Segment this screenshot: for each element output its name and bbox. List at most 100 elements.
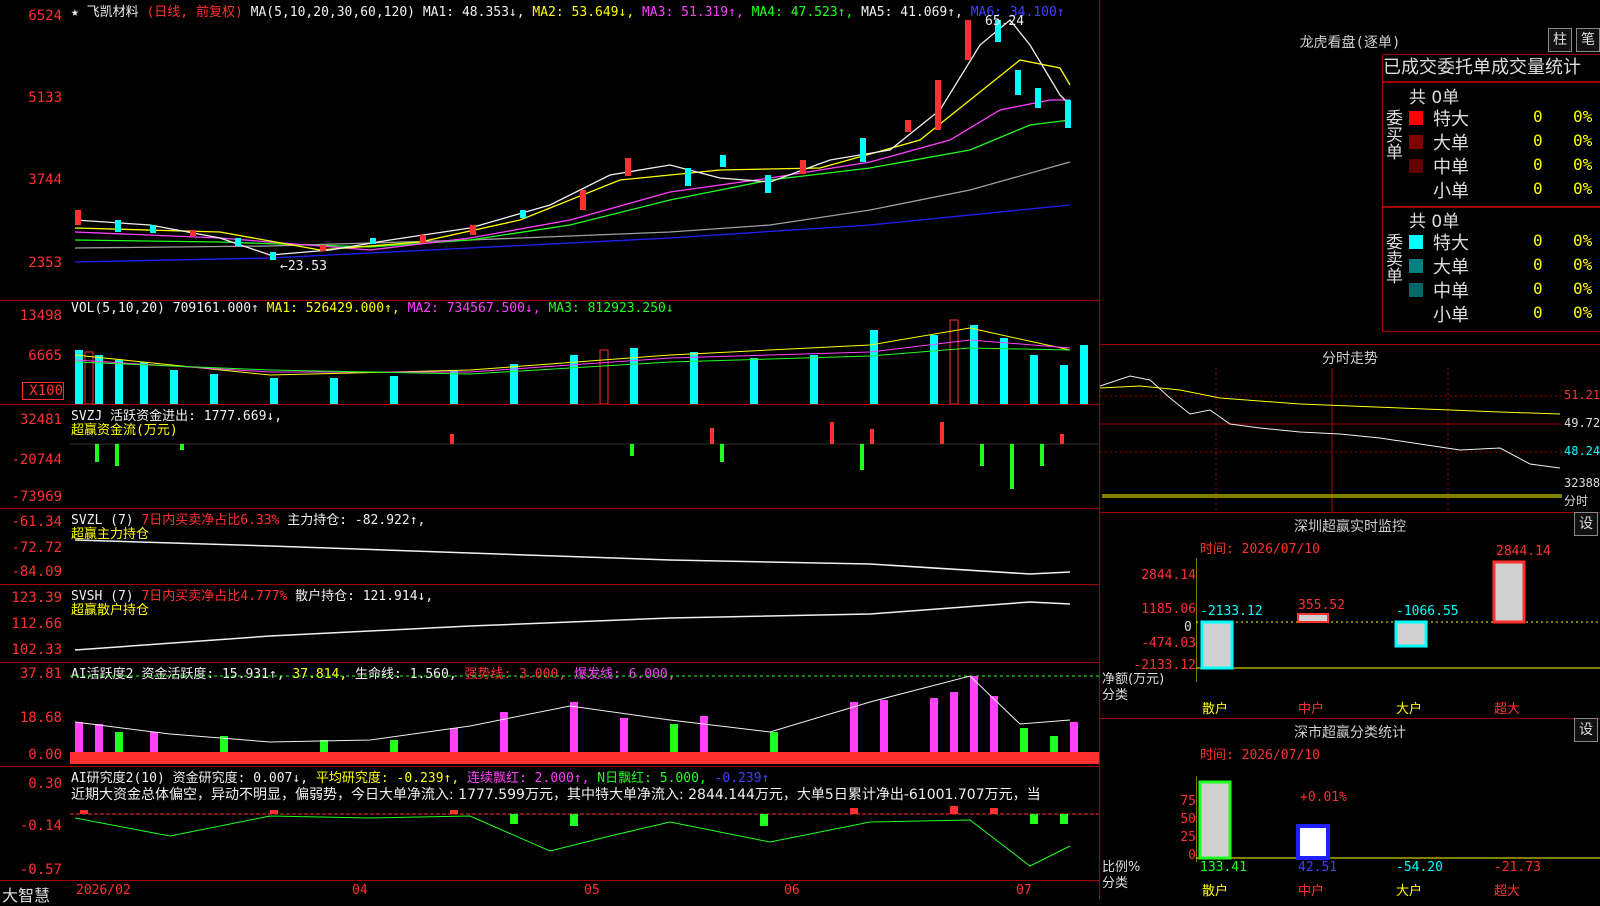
ma2-line: [74, 59, 1071, 251]
x-axis: 大智慧 2026/02 04 05 06 07: [0, 880, 1100, 905]
dragon-tiger-panel: 龙虎看盘(逐单) 柱 笔 已成交委托单成交量统计 委买单 共 0单 特大 0 0…: [1100, 0, 1600, 345]
svzl-tick-3: -84.09: [11, 564, 62, 580]
candle: [935, 80, 941, 130]
buy-l-pct: 0%: [1573, 131, 1593, 150]
sell-m-pct: 0%: [1573, 279, 1593, 298]
x-label-5: 07: [1016, 883, 1032, 898]
candle: [1065, 100, 1071, 128]
buy-l-label: 大单: [1433, 133, 1469, 154]
sz-class-tick-1: 75: [1180, 794, 1196, 809]
sz-monitor-cat-title: 分类: [1102, 688, 1129, 703]
sz-class-cat-2: 中户: [1298, 884, 1325, 899]
buy-l-swatch: [1409, 135, 1423, 149]
buy-xl-swatch: [1409, 111, 1423, 125]
intraday-tick-4: 32388: [1564, 476, 1600, 490]
sz-class-panel[interactable]: 深市超赢分类统计 设 时间: 2026/07/10 75 50 25 0 比例%…: [1100, 718, 1600, 900]
sell-xl-label: 特大: [1433, 233, 1469, 254]
column-view-button[interactable]: 柱: [1548, 28, 1572, 52]
stats-header: 已成交委托单成交量统计: [1382, 54, 1600, 82]
sz-class-bar-label: +0.01%: [1300, 790, 1347, 805]
sz-class-cat-1: 散户: [1202, 884, 1229, 899]
intraday-title: 分时走势: [1322, 351, 1378, 367]
sz-class-val-4: -21.73: [1494, 860, 1541, 875]
sz-monitor-cat-4: 超大: [1494, 702, 1521, 717]
candle: [765, 175, 771, 193]
svzj-chart: [70, 422, 1100, 489]
sz-class-cat-3: 大户: [1396, 884, 1423, 899]
vol-unit: X100: [22, 382, 64, 400]
sell-m-label: 中单: [1433, 281, 1469, 302]
candle: [625, 158, 631, 176]
intraday-panel[interactable]: 分时走势 51.21 49.72 48.24 32388 分时: [1100, 344, 1600, 513]
sz-monitor-val-2: 355.52: [1298, 598, 1345, 613]
sz-monitor-cat-3: 大户: [1396, 702, 1423, 717]
buy-l-count: 0: [1533, 131, 1543, 150]
sz-class-val-2: 42.51: [1298, 860, 1338, 875]
sell-m-count: 0: [1533, 279, 1543, 298]
sz-monitor-cat-2: 中户: [1298, 702, 1325, 717]
svsh-tick-1: 123.39: [11, 590, 62, 606]
candle: [150, 225, 156, 233]
ai-activity-panel[interactable]: 37.81 18.68 0.00 AI活跃度2 资金活跃度: 15.931↑, …: [0, 662, 1100, 767]
candle: [470, 225, 476, 235]
sz-class-settings-button[interactable]: 设: [1574, 718, 1598, 742]
candle: [370, 238, 376, 244]
svzj-tick-2: -20744: [11, 452, 62, 468]
candle: [190, 230, 196, 236]
sz-monitor-tick-2: 1185.06: [1141, 602, 1196, 617]
ai2-tick-3: -0.57: [19, 862, 62, 878]
sz-class-val-3: -54.20: [1396, 860, 1443, 875]
dragon-title: 龙虎看盘(逐单): [1299, 35, 1401, 51]
sz-monitor-time: 时间: 2026/07/10: [1200, 542, 1320, 557]
pen-view-button[interactable]: 笔: [1576, 28, 1600, 52]
candle: [965, 20, 971, 60]
candlestick-chart[interactable]: 65.24 ←23.53: [70, 0, 1100, 300]
ai1-tick-1: 37.81: [19, 666, 62, 682]
candle: [720, 155, 726, 167]
sz-monitor-title: 深圳超赢实时监控: [1294, 519, 1406, 535]
sz-class-cat-4: 超大: [1494, 884, 1521, 899]
intraday-tick-5: 分时: [1564, 494, 1589, 508]
ai1-tick-2: 18.68: [19, 710, 62, 726]
candle: [235, 238, 241, 246]
sell-block: 委卖单 共 0单 特大 0 0% 大单 0 0% 中单 0 0% 小单 0 0%: [1382, 206, 1600, 332]
sz-monitor-tick-3: -474.03: [1141, 636, 1196, 651]
svsh-panel[interactable]: 123.39 112.66 102.33 SVSH (7) 7日内买卖净占比4.…: [0, 584, 1100, 663]
price-panel[interactable]: 6524 5133 3744 2353 ★ 飞凯材料 (日线, 前复权) MA(…: [0, 0, 1100, 301]
ai2-tick-1: 0.30: [28, 776, 62, 792]
intraday-tick-2: 49.72: [1564, 416, 1600, 430]
svzj-tick-1: 32481: [19, 412, 62, 428]
high-marker: 65.24: [985, 14, 1024, 29]
sz-class-tick-4: 0: [1188, 848, 1196, 863]
vol-tick-1: 13498: [19, 308, 62, 324]
sz-class-tick-2: 50: [1180, 812, 1196, 827]
sell-xl-count: 0: [1533, 231, 1543, 250]
candle: [115, 220, 121, 232]
candle: [1015, 70, 1021, 95]
vol-tick-2: 6665: [28, 348, 62, 364]
ai2-tick-2: -0.14: [19, 818, 62, 834]
sz-monitor-settings-button[interactable]: 设: [1574, 512, 1598, 536]
sz-monitor-tick-1: 2844.14: [1141, 568, 1196, 583]
low-marker: ←23.53: [280, 259, 327, 274]
ma5-line: [74, 161, 1071, 249]
ma3-line: [74, 99, 1070, 251]
sz-class-time: 时间: 2026/07/10: [1200, 748, 1320, 763]
volume-panel[interactable]: 13498 6665 X100 VOL(5,10,20) 709161.000↑…: [0, 300, 1100, 405]
intraday-tick-3: 48.24: [1564, 444, 1600, 458]
sell-xl-swatch: [1409, 235, 1423, 249]
buy-m-swatch: [1409, 159, 1423, 173]
sz-monitor-val-4: 2844.14: [1496, 544, 1551, 559]
intraday-tick-1: 51.21: [1564, 388, 1600, 402]
svzl-panel[interactable]: -61.34 -72.72 -84.09 SVZL (7) 7日内买卖净占比6.…: [0, 508, 1100, 585]
candle: [520, 210, 526, 218]
svzj-panel[interactable]: 32481 -20744 -73969 SVZJ 活跃资金进出: 1777.66…: [0, 404, 1100, 509]
sell-s-count: 0: [1533, 303, 1543, 322]
candle: [420, 235, 426, 243]
ai-research-panel[interactable]: 0.30 -0.14 -0.57 AI研究度2(10) 资金研究度: 0.007…: [0, 766, 1100, 880]
sz-class-val-1: 133.41: [1200, 860, 1247, 875]
sell-m-swatch: [1409, 283, 1423, 297]
candle: [800, 160, 806, 174]
sz-monitor-panel[interactable]: 深圳超赢实时监控 设 时间: 2026/07/10 2844.14 1185.0…: [1100, 512, 1600, 719]
candle: [685, 168, 691, 186]
